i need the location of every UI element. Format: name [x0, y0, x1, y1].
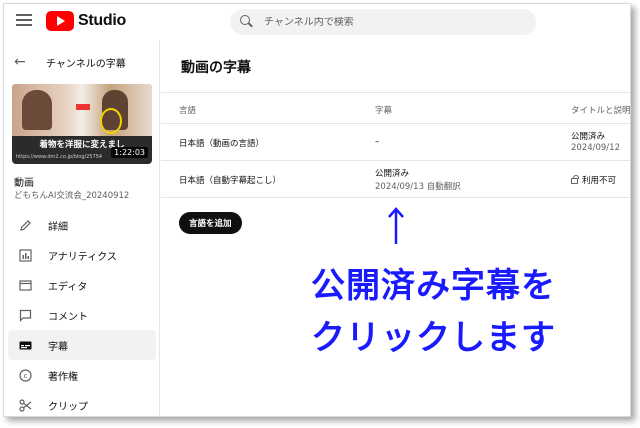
back-to-channel-subtitles[interactable]: ← チャンネルの字幕: [14, 54, 126, 70]
sidebar-item-subtitles[interactable]: 字幕: [8, 330, 156, 360]
search-bar[interactable]: [230, 9, 536, 35]
thumbnail-arrow-icon: [76, 104, 90, 110]
pencil-icon: [18, 218, 32, 232]
table-header: 言語 字幕 タイトルと説明: [161, 93, 631, 124]
annotation-up-arrow-icon: [387, 206, 405, 246]
main-content: 動画の字幕 言語 字幕 タイトルと説明 日本語（動画の言語） – 公開済み 20…: [161, 40, 631, 416]
row-title-status[interactable]: 公開済み: [571, 130, 605, 142]
annotation-text-line2: クリックします: [311, 318, 556, 358]
row-title-unavailable: 利用不可: [571, 174, 616, 186]
table-row[interactable]: 日本語（自動字幕起こし） 公開済み 2024/09/13 自動翻訳 利用不可: [161, 161, 630, 198]
menu-icon[interactable]: [16, 14, 32, 28]
row-subtitle-date: 2024/09/13 自動翻訳: [375, 182, 461, 192]
search-icon[interactable]: [240, 15, 254, 29]
row-subtitle-status[interactable]: –: [375, 137, 379, 147]
sidebar-item-copyright[interactable]: c 著作権: [4, 360, 160, 390]
lock-icon: [571, 175, 579, 184]
thumbnail-highlight-ring: [100, 108, 122, 134]
sidebar-item-label: コメント: [48, 311, 88, 323]
logo-text: Studio: [78, 12, 126, 29]
add-language-button[interactable]: 言語を追加: [179, 212, 242, 234]
back-arrow-icon[interactable]: ←: [14, 54, 32, 70]
comment-icon: [18, 308, 32, 322]
analytics-icon: [18, 248, 32, 262]
top-bar: Studio: [4, 4, 630, 40]
copyright-icon: c: [18, 368, 32, 382]
page-title: 動画の字幕: [181, 60, 251, 76]
video-duration: 1:22:03: [111, 147, 148, 158]
sidebar-item-details[interactable]: 詳細: [4, 210, 160, 240]
thumbnail-person-left: [22, 90, 52, 130]
search-input[interactable]: [264, 16, 524, 28]
sidebar-item-label: 字幕: [48, 341, 68, 353]
row-title-status: 利用不可: [582, 176, 617, 186]
sidebar-item-label: アナリティクス: [48, 251, 117, 263]
sidebar-item-label: 著作権: [48, 371, 78, 383]
subtitles-icon: [18, 338, 32, 352]
sidebar-item-label: 詳細: [48, 221, 68, 233]
sidebar-item-label: クリップ: [48, 401, 88, 413]
studio-window: Studio ← チャンネルの字幕 着物を洋服に変えまし https://www…: [3, 3, 631, 417]
youtube-logo-icon: [46, 11, 74, 31]
sidebar-nav: 詳細 アナリティクス エディタ コメント 字幕 c 著作権 クリップ: [4, 210, 160, 416]
sidebar-item-clips[interactable]: クリップ: [4, 390, 160, 416]
clip-icon: [18, 398, 32, 412]
row-language: 日本語（動画の言語）: [179, 139, 265, 149]
annotation-text-line1: 公開済み字幕を: [311, 266, 556, 306]
column-header-subtitles: 字幕: [375, 106, 393, 116]
video-section-title: 動画: [14, 178, 34, 189]
sidebar-item-analytics[interactable]: アナリティクス: [4, 240, 160, 270]
svg-text:c: c: [23, 372, 27, 380]
sidebar: ← チャンネルの字幕 着物を洋服に変えまし https://www.dm2.co…: [4, 40, 160, 416]
sidebar-item-comments[interactable]: コメント: [4, 300, 160, 330]
thumbnail-url: https://www.dm2.co.jp/blog/25754: [16, 154, 103, 160]
column-header-language: 言語: [179, 106, 197, 116]
table-row[interactable]: 日本語（動画の言語） – 公開済み 2024/09/12: [161, 124, 630, 161]
back-label[interactable]: チャンネルの字幕: [46, 55, 126, 70]
column-header-title-description: タイトルと説明: [571, 106, 631, 116]
row-title-date: 2024/09/12: [571, 143, 620, 153]
sidebar-item-label: エディタ: [48, 281, 88, 293]
video-name: どもちんAI交流会_20240912: [14, 191, 130, 201]
video-thumbnail[interactable]: 着物を洋服に変えまし https://www.dm2.co.jp/blog/25…: [12, 84, 152, 164]
sidebar-item-editor[interactable]: エディタ: [4, 270, 160, 300]
row-subtitle-status[interactable]: 公開済み: [375, 167, 409, 179]
row-language: 日本語（自動字幕起こし）: [179, 176, 282, 186]
editor-icon: [18, 278, 32, 292]
studio-logo[interactable]: Studio: [46, 11, 126, 31]
